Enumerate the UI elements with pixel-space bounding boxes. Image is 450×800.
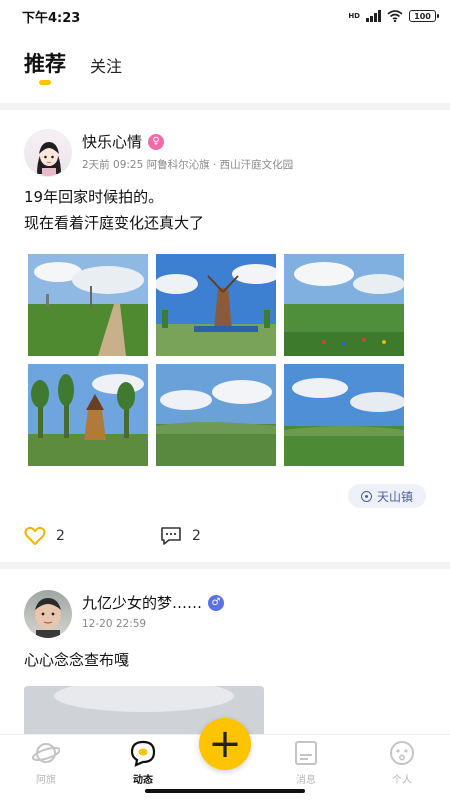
post-meta: 2天前 09:25 阿鲁科尔沁旗 · 西山汗庭文化园 [82,159,294,171]
nav-label: 阿旗 [36,775,56,786]
photo-thumbnail[interactable] [156,364,276,466]
nav-item-messages[interactable]: 消息 [276,739,336,786]
comment-button[interactable]: 2 [160,526,201,546]
planet-icon [32,739,60,767]
signal-icon [366,10,381,22]
photo-thumbnail[interactable] [156,254,276,356]
section-divider [0,103,450,110]
username-text: 九亿少女的梦…… [82,594,203,612]
comment-count: 2 [192,528,201,544]
comment-icon [161,527,181,545]
status-time: 下午4:23 [22,10,81,26]
nav-item-aqi[interactable]: 阿旗 [16,739,76,786]
avatar[interactable] [24,129,72,177]
location-text: 天山镇 [376,489,413,504]
nav-label: 消息 [296,775,316,786]
chat-bubble-icon [129,739,157,767]
location-tag[interactable]: 天山镇 [348,484,426,508]
post-username[interactable]: 快乐心情 ♀ [82,131,165,152]
wifi-icon [387,10,403,22]
photo-grid [28,254,404,466]
message-board-icon [292,739,320,767]
post-username[interactable]: 九亿少女的梦…… ♂ [82,592,225,613]
post-actions: 2 2 [24,526,444,550]
active-tab-indicator [39,80,51,85]
hd-label: HD [348,12,360,20]
tab-recommend-label: 推荐 [24,52,66,76]
tab-follow[interactable]: 关注 [90,40,122,77]
nav-item-feed[interactable]: 动态 [113,739,173,786]
location-icon [360,490,372,502]
photo-thumbnail[interactable] [284,364,404,466]
tab-recommend[interactable]: 推荐 [24,40,66,85]
avatar[interactable] [24,590,72,638]
post-text[interactable]: 心心念念查布嘎 [24,647,129,673]
heart-icon [24,526,46,545]
male-icon: ♂ [208,594,225,611]
photo-thumbnail[interactable] [284,254,404,356]
post-text[interactable]: 19年回家时候拍的。 现在看着汗庭变化还真大了 [24,184,204,236]
status-icons: HD 100 [348,10,439,22]
like-button[interactable]: 2 [24,526,65,546]
create-post-button[interactable]: + [199,718,251,770]
feed-tabs: 推荐 关注 [0,40,450,100]
photo-thumbnail[interactable] [28,364,148,466]
post-divider [0,562,450,569]
username-text: 快乐心情 [82,133,143,151]
like-count: 2 [56,528,65,544]
post-meta: 12-20 22:59 [82,618,147,630]
status-bar: 下午4:23 HD 100 [0,0,450,32]
post-text-line: 现在看着汗庭变化还真大了 [24,214,205,232]
female-icon: ♀ [148,133,165,150]
face-icon [388,739,416,767]
battery-icon: 100 [409,10,439,22]
nav-item-profile[interactable]: 个人 [372,739,432,786]
photo-thumbnail[interactable] [28,254,148,356]
tab-follow-label: 关注 [90,57,123,76]
post-text-line: 19年回家时候拍的。 [24,188,164,206]
home-indicator [145,789,305,793]
nav-label: 个人 [392,775,412,786]
nav-label: 动态 [133,775,153,786]
